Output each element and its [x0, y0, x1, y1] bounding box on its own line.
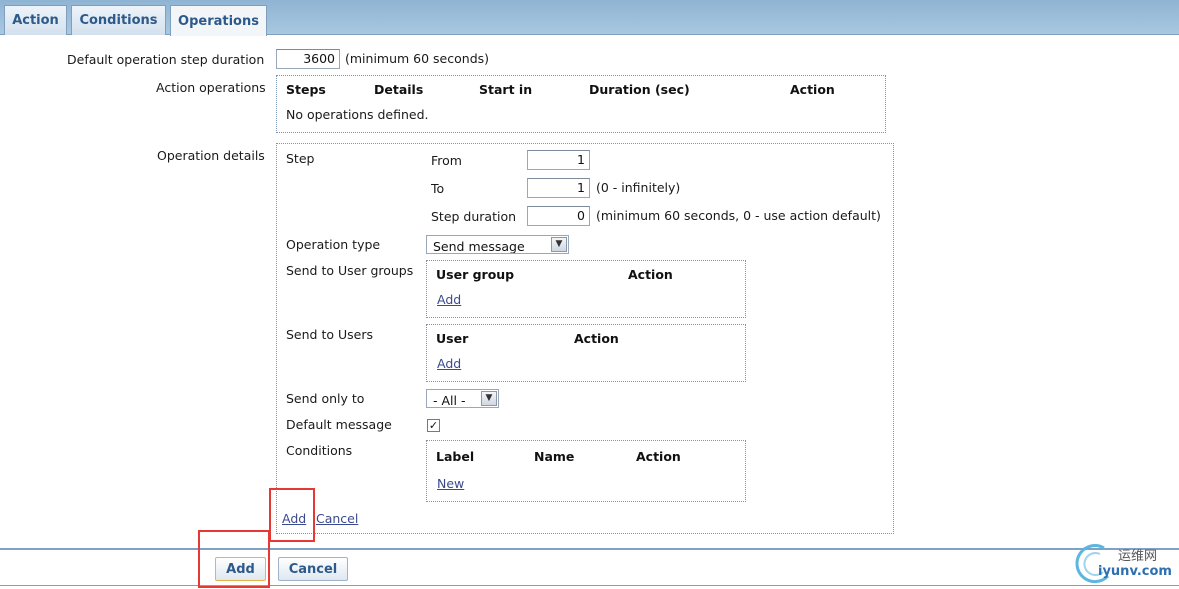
highlight-add-link — [269, 488, 315, 542]
col-start-in: Start in — [479, 82, 533, 97]
chevron-down-icon: ▼ — [481, 391, 497, 406]
step-duration-input[interactable]: 0 — [527, 206, 590, 226]
step-duration-label: Step duration — [431, 209, 517, 224]
col-action: Action — [790, 82, 835, 97]
action-operations-table: Steps Details Start in Duration (sec) Ac… — [276, 75, 886, 133]
from-label: From — [431, 153, 462, 168]
watermark: 运维网 iyunv.com — [1074, 542, 1176, 586]
col-name: Name — [534, 449, 575, 464]
add-user-group-link[interactable]: Add — [437, 292, 461, 307]
step-to-input[interactable]: 1 — [527, 178, 590, 198]
send-only-to-value: - All - — [433, 393, 466, 408]
highlight-add-button — [198, 530, 270, 588]
step-duration-hint: (minimum 60 seconds, 0 - use action defa… — [596, 208, 881, 223]
watermark-chinese: 运维网 — [1118, 549, 1158, 564]
col-user: User — [436, 331, 469, 346]
default-duration-input[interactable]: 3600 — [276, 49, 340, 69]
users-table: User Action Add — [426, 324, 746, 382]
send-only-to-select[interactable]: - All - ▼ — [426, 389, 499, 408]
col-steps: Steps — [286, 82, 326, 97]
operation-type-label: Operation type — [286, 237, 381, 252]
col-duration: Duration (sec) — [589, 82, 690, 97]
step-label: Step — [286, 151, 315, 166]
conditions-label: Conditions — [286, 443, 353, 458]
default-message-checkbox[interactable]: ✓ — [427, 419, 440, 432]
chevron-down-icon: ▼ — [551, 237, 567, 252]
col-user-group-action: Action — [628, 267, 673, 282]
send-only-to-label: Send only to — [286, 391, 365, 406]
no-operations-text: No operations defined. — [286, 107, 429, 122]
add-user-link[interactable]: Add — [437, 356, 461, 371]
col-user-group: User group — [436, 267, 515, 282]
cancel-operation-link[interactable]: Cancel — [316, 511, 358, 526]
action-operations-label: Action operations — [156, 80, 266, 95]
to-hint: (0 - infinitely) — [596, 180, 681, 195]
users-label: Send to Users — [286, 327, 373, 342]
to-label: To — [431, 181, 445, 196]
default-message-label: Default message — [286, 417, 392, 432]
tab-action[interactable]: Action — [4, 5, 67, 35]
conditions-table: Label Name Action New — [426, 440, 746, 502]
user-groups-label: Send to User groups — [286, 263, 414, 278]
cancel-button[interactable]: Cancel — [278, 557, 348, 581]
user-groups-table: User group Action Add — [426, 260, 746, 318]
operation-type-value: Send message — [433, 239, 525, 254]
col-condition-action: Action — [636, 449, 681, 464]
col-details: Details — [374, 82, 424, 97]
tab-bar: Action Conditions Operations — [0, 0, 1179, 36]
footer-divider — [0, 548, 1179, 550]
tab-operations[interactable]: Operations — [170, 5, 267, 36]
watermark-domain: iyunv.com — [1098, 564, 1172, 579]
step-from-input[interactable]: 1 — [527, 150, 590, 170]
operation-details-label: Operation details — [157, 148, 265, 163]
footer-divider-bottom — [0, 585, 1179, 586]
default-duration-label: Default operation step duration — [67, 52, 265, 67]
default-duration-hint: (minimum 60 seconds) — [345, 51, 490, 66]
new-condition-link[interactable]: New — [437, 476, 464, 491]
operation-type-select[interactable]: Send message ▼ — [426, 235, 569, 254]
col-label: Label — [436, 449, 475, 464]
tab-conditions[interactable]: Conditions — [71, 5, 166, 35]
col-user-action: Action — [574, 331, 619, 346]
